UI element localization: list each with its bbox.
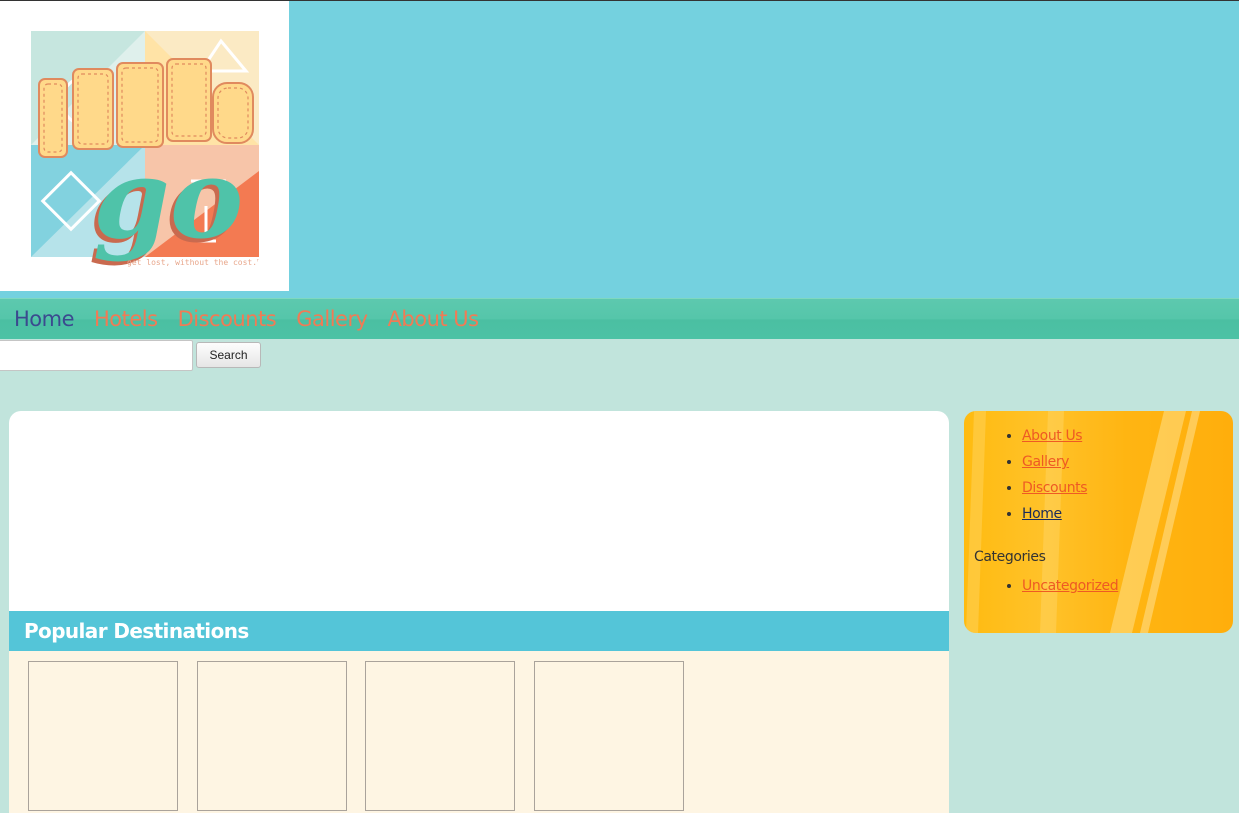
categories-list: Uncategorized (1004, 573, 1119, 599)
page: go go get lost, without the cost.™ Home … (0, 0, 1239, 813)
sidebar-page-item: Home (1022, 501, 1087, 527)
nav-item-discounts[interactable]: Discounts (178, 303, 277, 335)
nav-item-home[interactable]: Home (14, 303, 75, 335)
main-content-panel: Popular Destinations (9, 411, 949, 813)
destination-thumbnail[interactable] (534, 661, 684, 811)
logo-tagline: get lost, without the cost.™ (127, 258, 259, 267)
destination-thumbnail[interactable] (28, 661, 178, 811)
category-link-uncategorized[interactable]: Uncategorized (1022, 578, 1119, 594)
nav-item-hotels[interactable]: Hotels (94, 303, 158, 335)
logo-artwork: go go get lost, without the cost.™ (31, 31, 259, 267)
nav-item-about-us[interactable]: About Us (388, 303, 480, 335)
sidebar-link-home[interactable]: Home (1022, 506, 1062, 522)
sidebar-pages-list: About Us Gallery Discounts Home (1004, 423, 1088, 527)
sidebar-link-discounts[interactable]: Discounts (1022, 480, 1088, 496)
search-button[interactable]: Search (196, 342, 261, 368)
popular-destinations-title: Popular Destinations (24, 619, 249, 643)
sidebar-page-item: About Us (1022, 423, 1087, 449)
sidebar-page-item: Gallery (1022, 449, 1087, 475)
site-logo[interactable]: go go get lost, without the cost.™ (0, 1, 289, 291)
destination-thumbnail[interactable] (365, 661, 515, 811)
sidebar-page-item: Discounts (1022, 475, 1088, 501)
search-input[interactable] (0, 340, 193, 371)
category-item: Uncategorized (1022, 573, 1119, 599)
popular-destinations-header: Popular Destinations (9, 611, 949, 651)
sidebar-link-about-us[interactable]: About Us (1022, 428, 1083, 444)
nav-item-gallery[interactable]: Gallery (296, 303, 368, 335)
destination-thumbnail[interactable] (197, 661, 347, 811)
svg-text:go: go (93, 134, 243, 263)
sidebar: About Us Gallery Discounts Home Categori… (964, 411, 1233, 633)
sidebar-link-gallery[interactable]: Gallery (1022, 454, 1069, 470)
popular-destinations-gallery (9, 651, 949, 813)
categories-heading: Categories (974, 549, 1046, 565)
main-navigation: Home Hotels Discounts Gallery About Us (0, 298, 1239, 339)
